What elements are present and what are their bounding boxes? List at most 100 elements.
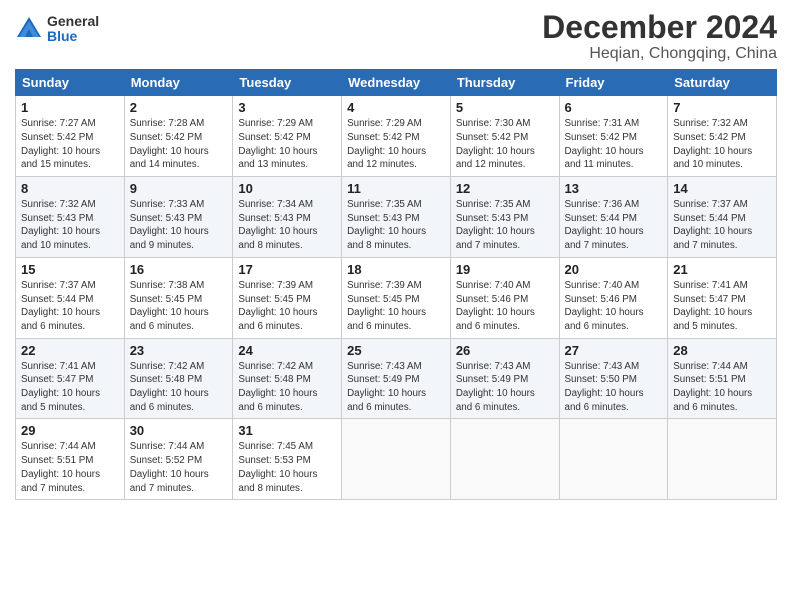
table-row: 15 Sunrise: 7:37 AMSunset: 5:44 PMDayligh… <box>16 257 125 338</box>
day-number: 27 <box>565 343 663 358</box>
day-info: Sunrise: 7:29 AMSunset: 5:42 PMDaylight:… <box>347 117 445 172</box>
header-friday: Friday <box>559 70 668 96</box>
day-number: 6 <box>565 100 663 115</box>
day-number: 13 <box>565 181 663 196</box>
table-row: 13 Sunrise: 7:36 AMSunset: 5:44 PMDayligh… <box>559 177 668 258</box>
day-number: 19 <box>456 262 554 277</box>
table-row: 16 Sunrise: 7:38 AMSunset: 5:45 PMDayligh… <box>124 257 233 338</box>
day-info: Sunrise: 7:33 AMSunset: 5:43 PMDaylight:… <box>130 198 228 253</box>
day-number: 12 <box>456 181 554 196</box>
logo-blue-text: Blue <box>47 29 99 44</box>
day-info: Sunrise: 7:44 AMSunset: 5:52 PMDaylight:… <box>130 440 228 495</box>
title-block: December 2024 Heqian, Chongqing, China <box>542 10 777 63</box>
day-info: Sunrise: 7:28 AMSunset: 5:42 PMDaylight:… <box>130 117 228 172</box>
day-info: Sunrise: 7:45 AMSunset: 5:53 PMDaylight:… <box>238 440 336 495</box>
day-number: 14 <box>673 181 771 196</box>
main-container: General Blue December 2024 Heqian, Chong… <box>0 0 792 510</box>
day-info: Sunrise: 7:35 AMSunset: 5:43 PMDaylight:… <box>347 198 445 253</box>
table-row: 26 Sunrise: 7:43 AMSunset: 5:49 PMDayligh… <box>450 338 559 419</box>
table-row: 6 Sunrise: 7:31 AMSunset: 5:42 PMDaylight… <box>559 96 668 177</box>
day-info: Sunrise: 7:36 AMSunset: 5:44 PMDaylight:… <box>565 198 663 253</box>
header-monday: Monday <box>124 70 233 96</box>
header-sunday: Sunday <box>16 70 125 96</box>
day-number: 17 <box>238 262 336 277</box>
day-number: 24 <box>238 343 336 358</box>
table-row: 11 Sunrise: 7:35 AMSunset: 5:43 PMDayligh… <box>342 177 451 258</box>
day-number: 28 <box>673 343 771 358</box>
header: General Blue December 2024 Heqian, Chong… <box>15 10 777 63</box>
day-info: Sunrise: 7:30 AMSunset: 5:42 PMDaylight:… <box>456 117 554 172</box>
table-row: 31 Sunrise: 7:45 AMSunset: 5:53 PMDayligh… <box>233 419 342 500</box>
day-number: 20 <box>565 262 663 277</box>
day-info: Sunrise: 7:44 AMSunset: 5:51 PMDaylight:… <box>21 440 119 495</box>
day-number: 3 <box>238 100 336 115</box>
day-number: 7 <box>673 100 771 115</box>
day-info: Sunrise: 7:40 AMSunset: 5:46 PMDaylight:… <box>565 279 663 334</box>
table-row: 23Sunrise: 7:42 AMSunset: 5:48 PMDayligh… <box>124 338 233 419</box>
day-number: 8 <box>21 181 119 196</box>
table-row: 24Sunrise: 7:42 AMSunset: 5:48 PMDayligh… <box>233 338 342 419</box>
day-info: Sunrise: 7:29 AMSunset: 5:42 PMDaylight:… <box>238 117 336 172</box>
day-number: 26 <box>456 343 554 358</box>
table-row: 8 Sunrise: 7:32 AMSunset: 5:43 PMDaylight… <box>16 177 125 258</box>
month-title: December 2024 <box>542 10 777 45</box>
table-row: 20 Sunrise: 7:40 AMSunset: 5:46 PMDayligh… <box>559 257 668 338</box>
header-saturday: Saturday <box>668 70 777 96</box>
table-row <box>668 419 777 500</box>
day-number: 22 <box>21 343 119 358</box>
day-number: 16 <box>130 262 228 277</box>
day-number: 23 <box>130 343 228 358</box>
day-info: Sunrise: 7:39 AMSunset: 5:45 PMDaylight:… <box>347 279 445 334</box>
table-row: 10 Sunrise: 7:34 AMSunset: 5:43 PMDayligh… <box>233 177 342 258</box>
day-info: Sunrise: 7:44 AMSunset: 5:51 PMDaylight:… <box>673 360 771 415</box>
table-row <box>342 419 451 500</box>
day-info: Sunrise: 7:37 AMSunset: 5:44 PMDaylight:… <box>21 279 119 334</box>
day-number: 10 <box>238 181 336 196</box>
day-info: Sunrise: 7:32 AMSunset: 5:43 PMDaylight:… <box>21 198 119 253</box>
calendar-header-row: Sunday Monday Tuesday Wednesday Thursday… <box>16 70 777 96</box>
header-thursday: Thursday <box>450 70 559 96</box>
day-number: 29 <box>21 423 119 438</box>
day-number: 2 <box>130 100 228 115</box>
logo-text: General Blue <box>47 14 99 45</box>
day-number: 9 <box>130 181 228 196</box>
day-number: 18 <box>347 262 445 277</box>
table-row: 18 Sunrise: 7:39 AMSunset: 5:45 PMDayligh… <box>342 257 451 338</box>
calendar-table: Sunday Monday Tuesday Wednesday Thursday… <box>15 69 777 500</box>
table-row <box>559 419 668 500</box>
table-row: 3 Sunrise: 7:29 AMSunset: 5:42 PMDaylight… <box>233 96 342 177</box>
day-number: 1 <box>21 100 119 115</box>
day-info: Sunrise: 7:35 AMSunset: 5:43 PMDaylight:… <box>456 198 554 253</box>
logo-general-text: General <box>47 14 99 29</box>
table-row: 21Sunrise: 7:41 AMSunset: 5:47 PMDayligh… <box>668 257 777 338</box>
day-number: 5 <box>456 100 554 115</box>
day-info: Sunrise: 7:41 AMSunset: 5:47 PMDaylight:… <box>21 360 119 415</box>
table-row: 28 Sunrise: 7:44 AMSunset: 5:51 PMDayligh… <box>668 338 777 419</box>
table-row <box>450 419 559 500</box>
table-row: 27Sunrise: 7:43 AMSunset: 5:50 PMDayligh… <box>559 338 668 419</box>
table-row: 9 Sunrise: 7:33 AMSunset: 5:43 PMDaylight… <box>124 177 233 258</box>
day-number: 15 <box>21 262 119 277</box>
logo-icon <box>15 15 43 43</box>
day-number: 31 <box>238 423 336 438</box>
day-info: Sunrise: 7:27 AMSunset: 5:42 PMDaylight:… <box>21 117 119 172</box>
header-tuesday: Tuesday <box>233 70 342 96</box>
day-number: 30 <box>130 423 228 438</box>
table-row: 19Sunrise: 7:40 AMSunset: 5:46 PMDayligh… <box>450 257 559 338</box>
table-row: 2 Sunrise: 7:28 AMSunset: 5:42 PMDaylight… <box>124 96 233 177</box>
table-row: 17 Sunrise: 7:39 AMSunset: 5:45 PMDayligh… <box>233 257 342 338</box>
day-number: 21 <box>673 262 771 277</box>
day-info: Sunrise: 7:43 AMSunset: 5:49 PMDaylight:… <box>456 360 554 415</box>
header-wednesday: Wednesday <box>342 70 451 96</box>
logo: General Blue <box>15 14 99 45</box>
table-row: 30 Sunrise: 7:44 AMSunset: 5:52 PMDayligh… <box>124 419 233 500</box>
location: Heqian, Chongqing, China <box>542 45 777 63</box>
day-info: Sunrise: 7:43 AMSunset: 5:49 PMDaylight:… <box>347 360 445 415</box>
day-info: Sunrise: 7:37 AMSunset: 5:44 PMDaylight:… <box>673 198 771 253</box>
day-info: Sunrise: 7:38 AMSunset: 5:45 PMDaylight:… <box>130 279 228 334</box>
day-info: Sunrise: 7:34 AMSunset: 5:43 PMDaylight:… <box>238 198 336 253</box>
day-number: 11 <box>347 181 445 196</box>
table-row: 12 Sunrise: 7:35 AMSunset: 5:43 PMDayligh… <box>450 177 559 258</box>
day-info: Sunrise: 7:39 AMSunset: 5:45 PMDaylight:… <box>238 279 336 334</box>
day-info: Sunrise: 7:31 AMSunset: 5:42 PMDaylight:… <box>565 117 663 172</box>
